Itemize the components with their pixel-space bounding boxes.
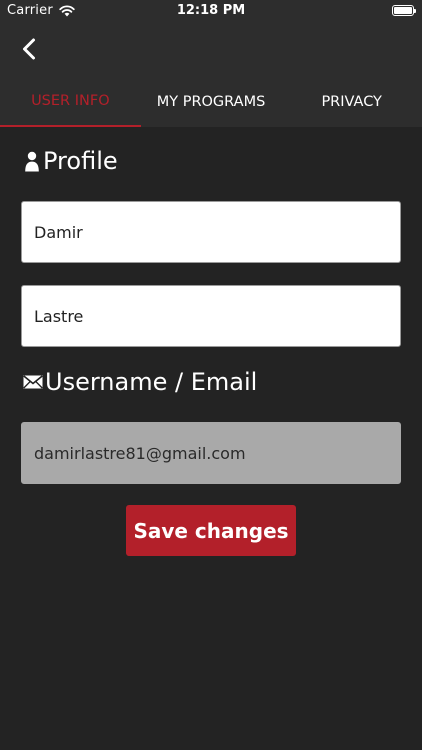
status-time: 12:18 PM: [176, 3, 246, 18]
username-email-title: Username / Email: [45, 368, 258, 396]
tab-my-programs[interactable]: MY PROGRAMS: [141, 78, 282, 127]
tab-privacy[interactable]: PRIVACY: [281, 78, 422, 127]
tab-user-info[interactable]: USER INFO: [0, 78, 141, 127]
chevron-left-icon: [23, 38, 35, 60]
envelope-icon: [23, 374, 43, 390]
battery-icon: [392, 5, 416, 16]
person-icon: [23, 149, 41, 173]
first-name-input[interactable]: [21, 201, 401, 263]
profile-heading: Profile: [23, 147, 118, 175]
profile-title: Profile: [43, 147, 118, 175]
app-header: Carrier 12:18 PM USER INFO MY PROGRAMS P…: [0, 0, 422, 127]
tab-bar: USER INFO MY PROGRAMS PRIVACY: [0, 78, 422, 127]
email-field: [21, 422, 401, 484]
last-name-input[interactable]: [21, 285, 401, 347]
username-email-heading: Username / Email: [23, 368, 257, 396]
status-bar: Carrier 12:18 PM: [0, 0, 422, 22]
save-changes-button[interactable]: Save changes: [126, 505, 296, 556]
back-button[interactable]: [16, 35, 44, 63]
